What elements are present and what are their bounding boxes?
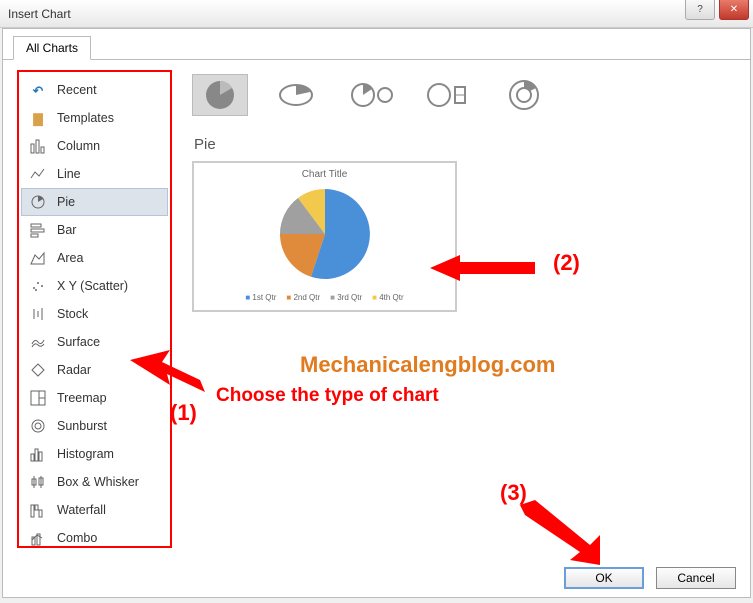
surface-icon (29, 333, 47, 351)
boxwhisker-icon (29, 473, 47, 491)
sidebar-item-templates[interactable]: ▇ Templates (21, 104, 168, 132)
sidebar-item-label: Histogram (57, 447, 114, 461)
dialog-body: All Charts ↶ Recent ▇ Templates Column L… (2, 28, 751, 598)
help-button[interactable]: ? (685, 0, 715, 20)
sidebar-item-histogram[interactable]: Histogram (21, 440, 168, 468)
legend-item: 3rd Qtr (330, 293, 362, 302)
sidebar-item-label: Line (57, 167, 81, 181)
sidebar-item-bar[interactable]: Bar (21, 216, 168, 244)
preview-title: Chart Title (198, 169, 451, 180)
subtype-pie-of-pie[interactable] (344, 74, 400, 116)
sidebar-item-boxwhisker[interactable]: Box & Whisker (21, 468, 168, 496)
bar-icon (29, 221, 47, 239)
legend-item: 1st Qtr (245, 293, 276, 302)
sidebar-item-pie[interactable]: Pie (21, 188, 168, 216)
close-button[interactable]: ✕ (719, 0, 749, 20)
sidebar-item-sunburst[interactable]: Sunburst (21, 412, 168, 440)
sidebar-item-waterfall[interactable]: Waterfall (21, 496, 168, 524)
scatter-icon (29, 277, 47, 295)
subtype-doughnut[interactable] (496, 74, 552, 116)
waterfall-icon (29, 501, 47, 519)
stock-icon (29, 305, 47, 323)
sidebar-item-stock[interactable]: Stock (21, 300, 168, 328)
sidebar-item-scatter[interactable]: X Y (Scatter) (21, 272, 168, 300)
window-title: Insert Chart (8, 7, 71, 21)
tabstrip: All Charts (3, 29, 750, 59)
pie-subtype-row (192, 70, 736, 134)
dialog-footer: OK Cancel (564, 567, 736, 589)
sidebar-item-label: Treemap (57, 391, 107, 405)
pie-chart-icon (265, 184, 385, 284)
subtype-pie-3d[interactable] (268, 74, 324, 116)
sidebar-item-radar[interactable]: Radar (21, 356, 168, 384)
sidebar-item-label: Column (57, 139, 100, 153)
sidebar-item-label: Stock (57, 307, 88, 321)
sidebar-item-surface[interactable]: Surface (21, 328, 168, 356)
pie-icon (29, 193, 47, 211)
sidebar-item-label: Surface (57, 335, 100, 349)
sidebar-item-recent[interactable]: ↶ Recent (21, 76, 168, 104)
sidebar-item-label: X Y (Scatter) (57, 279, 128, 293)
sidebar-item-label: Waterfall (57, 503, 106, 517)
combo-icon (29, 529, 47, 547)
sidebar-item-label: Sunburst (57, 419, 107, 433)
sidebar-item-line[interactable]: Line (21, 160, 168, 188)
cancel-button[interactable]: Cancel (656, 567, 736, 589)
ok-button[interactable]: OK (564, 567, 644, 589)
titlebar: Insert Chart ? ✕ (0, 0, 753, 28)
sidebar-item-area[interactable]: Area (21, 244, 168, 272)
area-icon (29, 249, 47, 267)
sidebar-item-label: Combo (57, 531, 97, 545)
subtype-pie[interactable] (192, 74, 248, 116)
sidebar-item-label: Box & Whisker (57, 475, 139, 489)
sidebar-item-label: Pie (57, 195, 75, 209)
sidebar-item-column[interactable]: Column (21, 132, 168, 160)
sidebar-item-label: Radar (57, 363, 91, 377)
sunburst-icon (29, 417, 47, 435)
legend-item: 2nd Qtr (286, 293, 320, 302)
templates-icon: ▇ (29, 109, 47, 127)
sidebar-item-treemap[interactable]: Treemap (21, 384, 168, 412)
column-icon (29, 137, 47, 155)
radar-icon (29, 361, 47, 379)
legend-item: 4th Qtr (372, 293, 404, 302)
sidebar-item-label: Area (57, 251, 83, 265)
chart-type-sidebar: ↶ Recent ▇ Templates Column Line Pie B (17, 70, 172, 548)
sidebar-item-label: Bar (57, 223, 76, 237)
sidebar-item-combo[interactable]: Combo (21, 524, 168, 552)
chart-type-label: Pie (192, 134, 736, 161)
sidebar-item-label: Recent (57, 83, 97, 97)
tab-all-charts[interactable]: All Charts (13, 36, 91, 60)
sidebar-item-label: Templates (57, 111, 114, 125)
main-panel: Pie Chart Title 1st Qtr 2nd Qtr 3rd Qtr … (192, 70, 736, 548)
line-icon (29, 165, 47, 183)
recent-icon: ↶ (29, 81, 47, 99)
histogram-icon (29, 445, 47, 463)
subtype-bar-of-pie[interactable] (420, 74, 476, 116)
chart-preview[interactable]: Chart Title 1st Qtr 2nd Qtr 3rd Qtr 4th … (192, 161, 457, 312)
preview-legend: 1st Qtr 2nd Qtr 3rd Qtr 4th Qtr (198, 293, 451, 302)
treemap-icon (29, 389, 47, 407)
